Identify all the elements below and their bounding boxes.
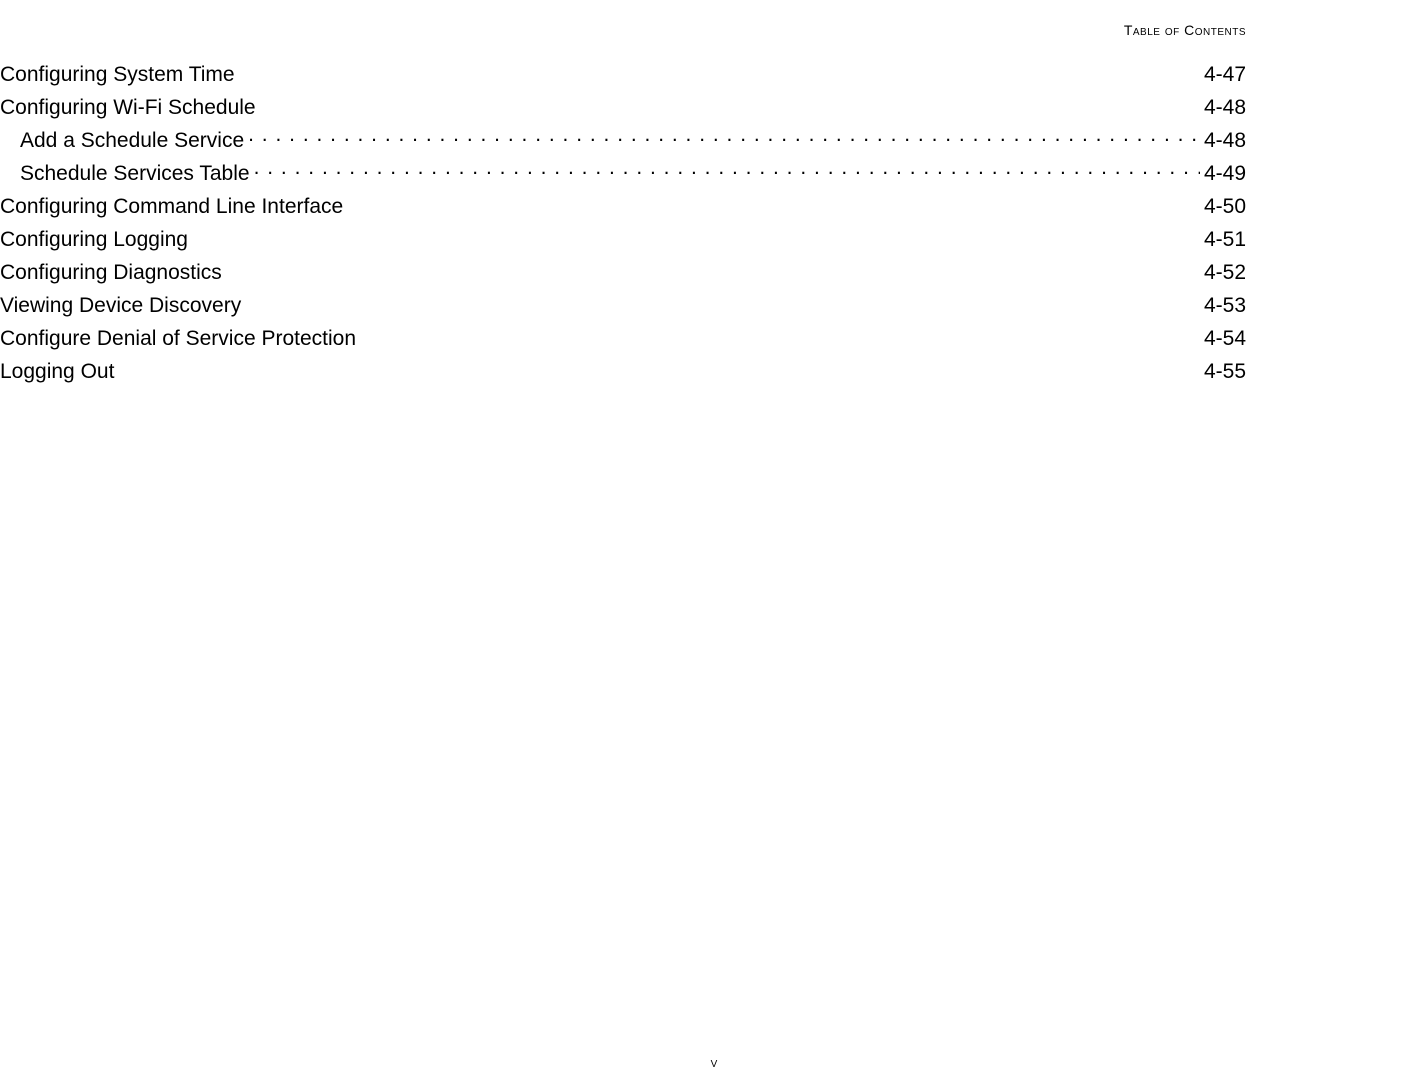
header-label: Table of Contents — [1124, 22, 1246, 38]
toc-title: Schedule Services Table — [20, 162, 250, 186]
toc-page: 4-53 — [1204, 294, 1246, 318]
toc-entry: Viewing Device Discovery 4-53 — [0, 287, 1246, 320]
toc-leader — [347, 188, 1200, 213]
toc-page: 4-49 — [1204, 162, 1246, 186]
toc-title: Configuring Diagnostics — [0, 261, 222, 285]
toc-title: Viewing Device Discovery — [0, 294, 241, 318]
toc-page: 4-52 — [1204, 261, 1246, 285]
toc-title: Logging Out — [0, 360, 114, 384]
toc-page: 4-54 — [1204, 327, 1246, 351]
toc-entry: Configuring Logging 4-51 — [0, 221, 1246, 254]
toc-leader — [248, 122, 1200, 147]
toc-entry: Configuring Diagnostics 4-52 — [0, 254, 1246, 287]
toc-title: Configuring System Time — [0, 63, 235, 87]
toc-entry: Configuring Wi-Fi Schedule 4-48 — [0, 89, 1246, 122]
toc-leader — [118, 353, 1200, 378]
toc-leader — [239, 56, 1200, 81]
toc-page: 4-55 — [1204, 360, 1246, 384]
toc-leader — [254, 155, 1200, 180]
toc-page: 4-51 — [1204, 228, 1246, 252]
toc-entry: Configure Denial of Service Protection 4… — [0, 320, 1246, 353]
toc-leader — [245, 287, 1200, 312]
toc-title: Configuring Logging — [0, 228, 188, 252]
toc-leader — [360, 320, 1200, 345]
toc-leader — [192, 221, 1200, 246]
toc-container: Configuring System Time 4-47 Configuring… — [0, 56, 1246, 386]
toc-entry: Configuring Command Line Interface 4-50 — [0, 188, 1246, 221]
toc-title: Configuring Command Line Interface — [0, 195, 343, 219]
toc-entry: Configuring System Time 4-47 — [0, 56, 1246, 89]
toc-title: Add a Schedule Service — [20, 129, 244, 153]
toc-page: 4-48 — [1204, 96, 1246, 120]
toc-page: 4-50 — [1204, 195, 1246, 219]
toc-leader — [226, 254, 1200, 279]
toc-title: Configure Denial of Service Protection — [0, 327, 356, 351]
page-number: v — [711, 1054, 718, 1070]
toc-entry-sub: Schedule Services Table 4-49 — [0, 155, 1246, 188]
toc-page: 4-48 — [1204, 129, 1246, 153]
toc-leader — [260, 89, 1200, 114]
toc-title: Configuring Wi-Fi Schedule — [0, 96, 256, 120]
toc-page: 4-47 — [1204, 63, 1246, 87]
toc-entry: Logging Out 4-55 — [0, 353, 1246, 386]
toc-entry-sub: Add a Schedule Service 4-48 — [0, 122, 1246, 155]
